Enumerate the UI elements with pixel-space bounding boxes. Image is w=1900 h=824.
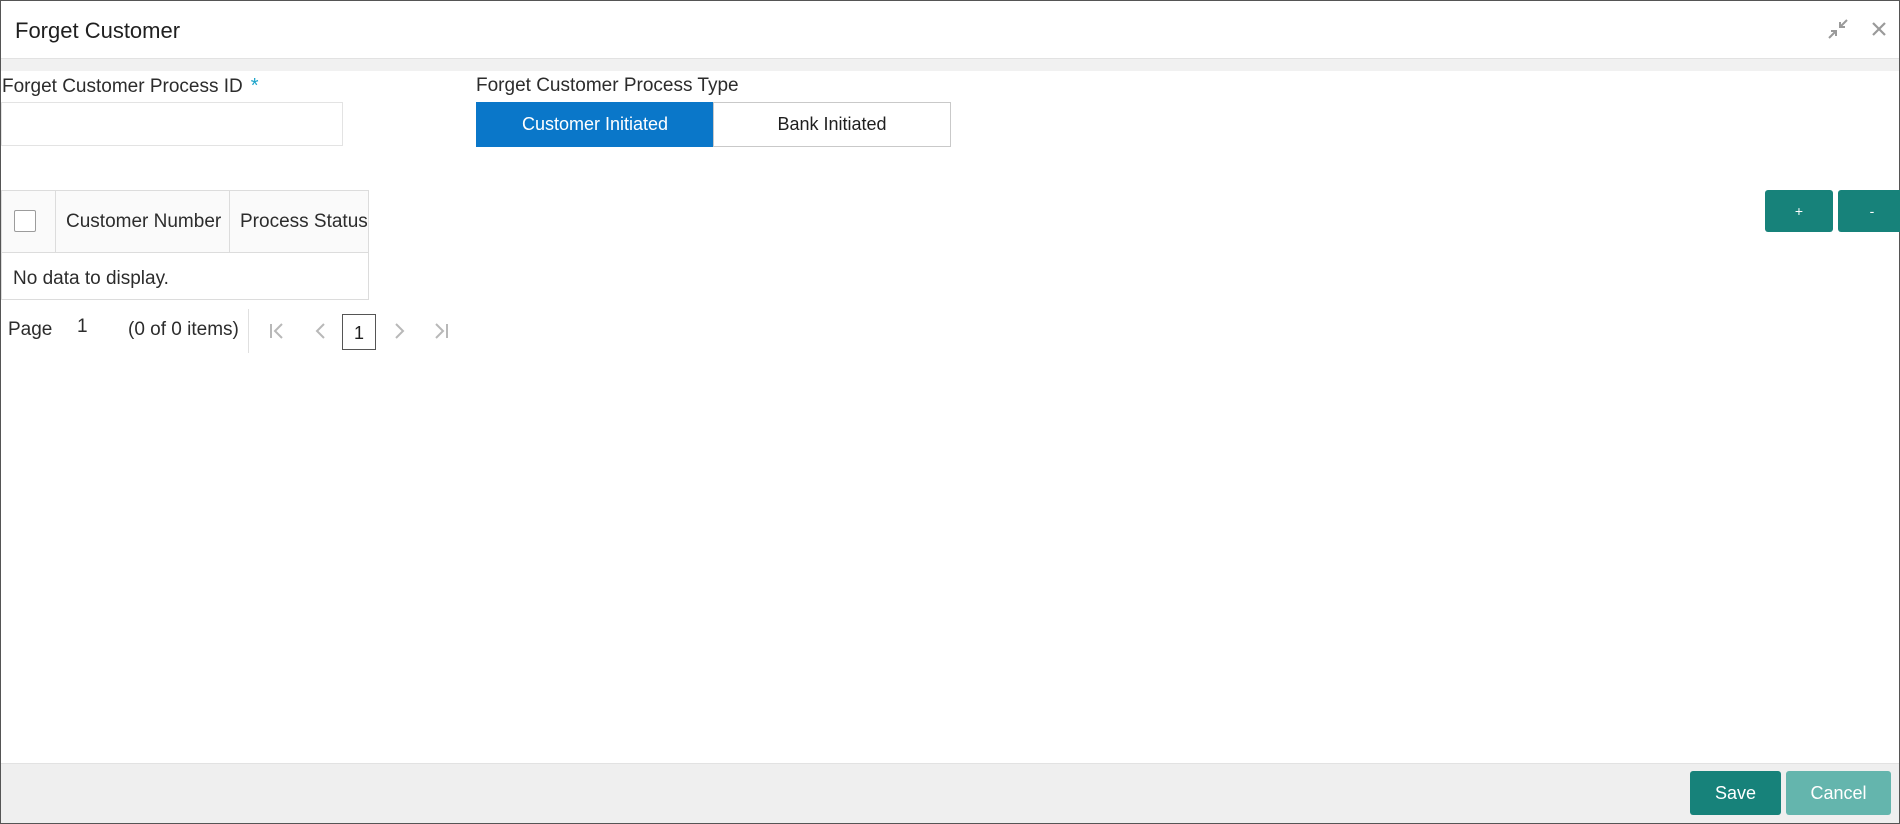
pager-divider xyxy=(248,309,249,353)
process-type-label: Forget Customer Process Type xyxy=(476,75,739,96)
close-icon[interactable] xyxy=(1866,16,1892,42)
customer-initiated-toggle[interactable]: Customer Initiated xyxy=(476,102,714,147)
header-divider xyxy=(1,58,1899,71)
empty-grid-message: No data to display. xyxy=(13,268,169,289)
column-header-process-status[interactable]: Process Status xyxy=(230,191,368,253)
footer-bar: Save Cancel xyxy=(1,763,1899,823)
required-marker: * xyxy=(250,75,259,97)
add-row-button[interactable]: + xyxy=(1765,190,1833,232)
process-id-label-text: Forget Customer Process ID xyxy=(2,76,243,97)
forget-customer-window: Forget Customer Forget Customer Process … xyxy=(0,0,1900,824)
bank-initiated-toggle[interactable]: Bank Initiated xyxy=(713,102,951,147)
last-page-icon[interactable] xyxy=(429,317,453,345)
remove-row-button[interactable]: - xyxy=(1838,190,1900,232)
window-title: Forget Customer xyxy=(15,18,181,43)
customer-grid: Customer Number Process Status No data t… xyxy=(1,190,369,300)
process-id-input[interactable] xyxy=(1,102,343,146)
column-header-customer-number[interactable]: Customer Number xyxy=(56,191,230,253)
current-page-button[interactable]: 1 xyxy=(342,314,376,350)
previous-page-icon[interactable] xyxy=(309,317,333,345)
title-bar: Forget Customer xyxy=(1,1,1899,58)
first-page-icon[interactable] xyxy=(265,317,289,345)
select-all-column xyxy=(2,191,56,253)
cancel-button[interactable]: Cancel xyxy=(1786,771,1891,815)
page-label: Page xyxy=(8,319,53,340)
save-button[interactable]: Save xyxy=(1690,771,1781,815)
process-id-label: Forget Customer Process ID * xyxy=(2,75,259,98)
pagination: Page 1 (0 of 0 items) 1 xyxy=(1,307,461,355)
page-number-field[interactable]: 1 xyxy=(77,316,88,338)
next-page-icon[interactable] xyxy=(387,317,411,345)
items-count: (0 of 0 items) xyxy=(128,319,239,340)
select-all-checkbox[interactable] xyxy=(14,210,36,232)
grid-header: Customer Number Process Status xyxy=(2,191,368,253)
minimize-arrows-icon[interactable] xyxy=(1825,16,1851,42)
